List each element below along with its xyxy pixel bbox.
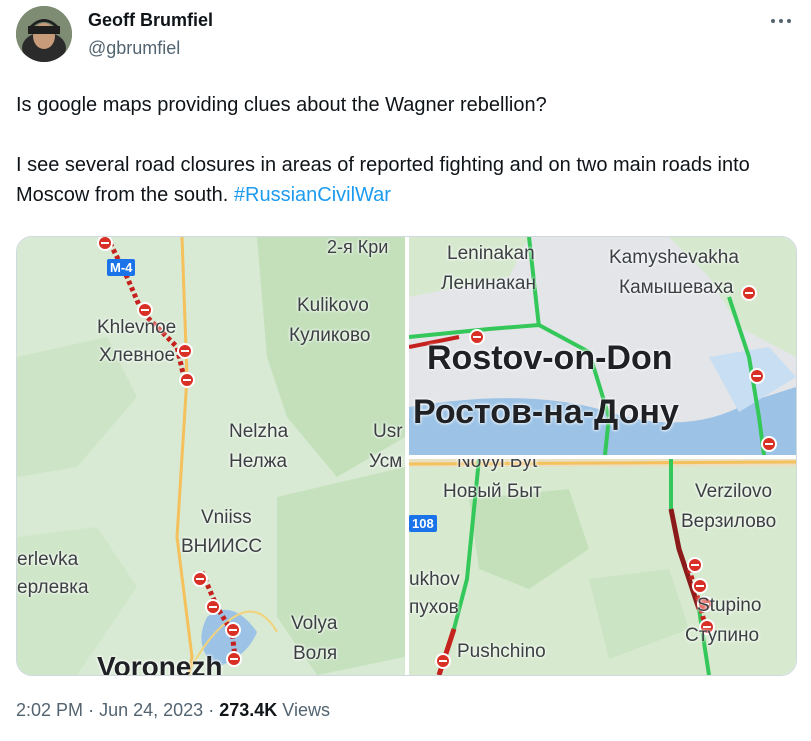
- map-label: Камышеваха: [619, 277, 734, 298]
- tweet-meta: 2:02 PM · Jun 24, 2023 · 273.4K Views: [16, 700, 330, 721]
- tweet-line-1: Is google maps providing clues about the…: [16, 94, 547, 116]
- map-label: Usr: [373, 421, 403, 442]
- map-label: Kulikovo: [297, 295, 369, 316]
- map-stupino[interactable]: 108 Novyi Byt Новый Быт Verzilovo Верзил…: [409, 459, 796, 675]
- map-label: ukhov: [409, 569, 460, 590]
- views-label: Views: [282, 700, 330, 720]
- map-label: Нелжа: [229, 451, 288, 472]
- more-button[interactable]: [768, 10, 794, 32]
- map-label-city: Ростов-на-Дону: [413, 393, 679, 431]
- tweet-line-2: I see several road closures in areas of …: [16, 150, 796, 210]
- map-label: Ленинакан: [441, 273, 536, 294]
- map-label: Vniiss: [201, 507, 252, 528]
- map-voronezh[interactable]: M-4 2-я Кри Kulikovo Куликово Khlevnoe Х…: [17, 237, 405, 675]
- meta-separator: ·: [88, 700, 95, 720]
- tweet-date[interactable]: Jun 24, 2023: [99, 700, 203, 720]
- map-label: Stupino: [697, 595, 762, 616]
- map-label: Хлевное: [99, 345, 176, 366]
- media-grid: M-4 2-я Кри Kulikovo Куликово Khlevnoe Х…: [16, 236, 797, 676]
- map-label: Nelzha: [229, 421, 289, 442]
- map-label: erlevka: [17, 549, 79, 570]
- map-label: Khlevnoe: [97, 317, 177, 338]
- map-label: 2-я Кри: [327, 237, 389, 257]
- map-label: Kamyshevakha: [609, 247, 739, 268]
- map-label-city: Voronezh: [97, 651, 223, 675]
- map-label: Верзилово: [681, 511, 777, 532]
- map-label: Pushchino: [457, 641, 546, 662]
- meta-separator: ·: [208, 700, 215, 720]
- map-label: Volya: [291, 613, 338, 634]
- map-label: Ступино: [685, 625, 760, 646]
- avatar[interactable]: [16, 6, 72, 62]
- author-handle[interactable]: @gbrumfiel: [88, 38, 180, 59]
- map-rostov[interactable]: Leninakan Ленинакан Kamyshevakha Камышев…: [409, 237, 796, 455]
- map-label: Verzilovo: [695, 481, 773, 502]
- map-label: Усм: [369, 451, 403, 472]
- author-name[interactable]: Geoff Brumfiel: [88, 10, 213, 31]
- map-label: Leninakan: [447, 243, 535, 264]
- map-label: ерлевка: [17, 577, 89, 598]
- route-shield-108: 108: [409, 515, 437, 532]
- map-label: Новый Быт: [443, 481, 542, 502]
- map-label: Novyi Byt: [457, 459, 538, 472]
- map-label: Куликово: [289, 325, 371, 346]
- map-label: пухов: [409, 597, 459, 618]
- route-shield-m4: M-4: [107, 259, 136, 276]
- views-count: 273.4K: [219, 700, 278, 720]
- hashtag-link[interactable]: #RussianCivilWar: [234, 184, 391, 206]
- map-label: ВНИИСС: [181, 536, 263, 557]
- more-icon: [771, 19, 791, 23]
- map-label-city: Rostov-on-Don: [427, 339, 673, 377]
- map-label: Воля: [293, 643, 338, 664]
- tweet-time[interactable]: 2:02 PM: [16, 700, 83, 720]
- tweet-text: Is google maps providing clues about the…: [16, 90, 796, 210]
